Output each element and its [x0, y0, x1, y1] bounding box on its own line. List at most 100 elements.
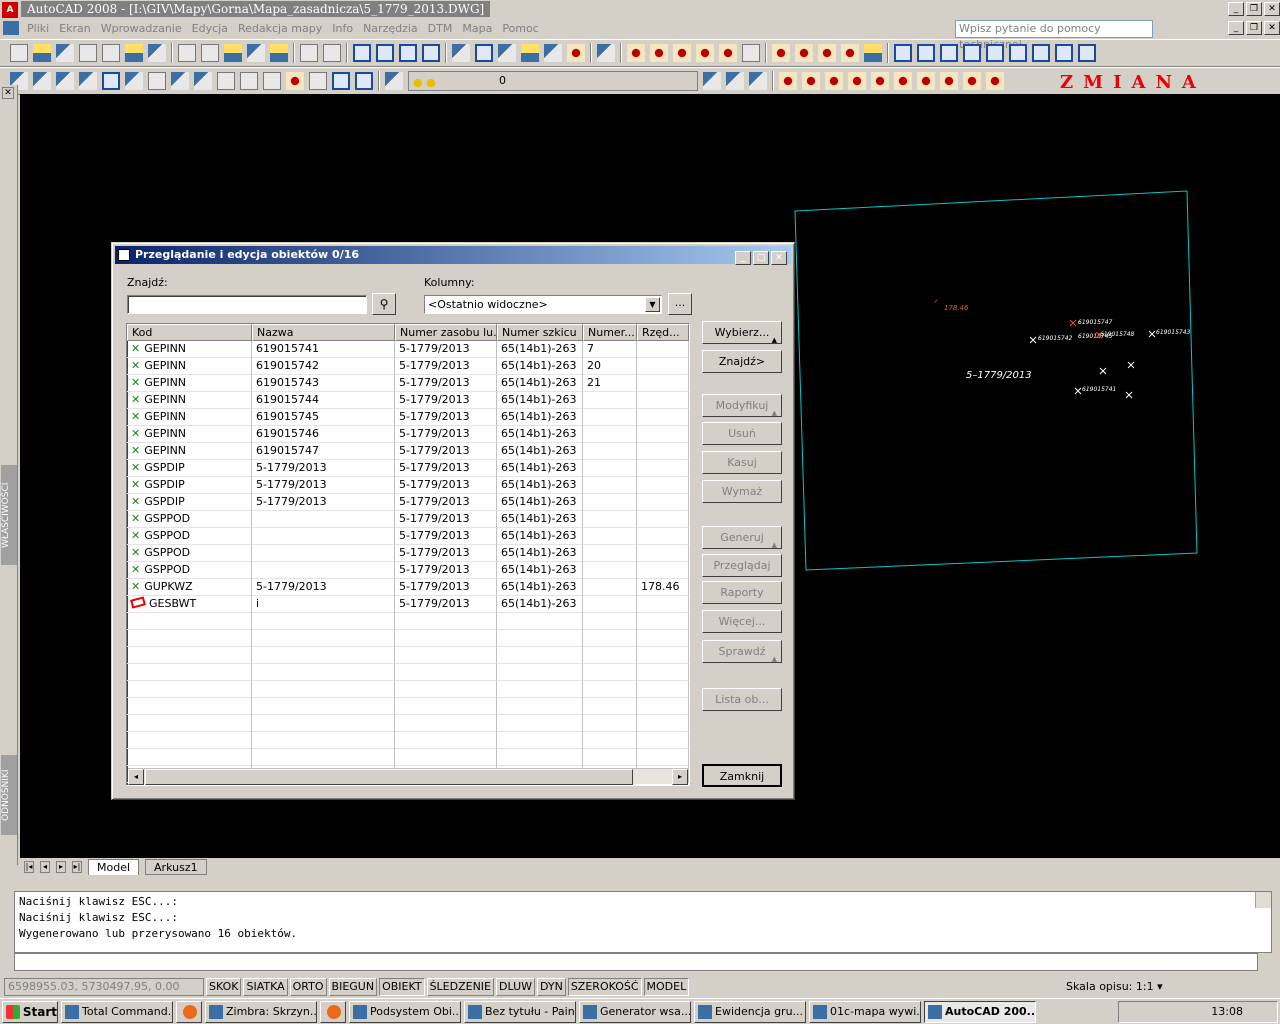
etransmit-icon[interactable]	[148, 44, 166, 62]
region-icon[interactable]	[309, 72, 327, 90]
design-center-icon[interactable]	[475, 44, 493, 62]
start-button[interactable]: Start	[2, 1000, 58, 1023]
dialog-button-1[interactable]: Znajdź>	[702, 350, 782, 373]
explode-icon[interactable]	[286, 72, 304, 90]
status-toggle-obiekt[interactable]: OBIEKT	[379, 978, 425, 996]
dialog-minimize-icon[interactable]: _	[735, 251, 751, 265]
taskbar-item[interactable]: Ewidencja gru...	[694, 1000, 806, 1023]
label-tool-4-icon[interactable]	[848, 72, 866, 90]
table-row[interactable]: ✕ GSPPOD 5-1779/2013 65(14b1)-263	[127, 562, 689, 579]
header-nazwa[interactable]: Nazwa	[252, 324, 395, 341]
header-rzedna[interactable]: Rzęd...	[637, 324, 689, 341]
dialog-button-4[interactable]: Kasuj	[702, 451, 782, 474]
layer-tools-icon[interactable]	[125, 72, 143, 90]
horizontal-scrollbar[interactable]: ◂ ▸	[128, 768, 688, 785]
menu-dtm[interactable]: DTM	[423, 22, 458, 35]
menu-narzedzia[interactable]: Narzędzia	[358, 22, 423, 35]
dialog-button-7[interactable]: Przeglądaj	[702, 554, 782, 577]
zoom-out-icon[interactable]	[917, 44, 935, 62]
dialog-button-8[interactable]: Raporty	[702, 581, 782, 604]
rotate-label-icon[interactable]	[772, 44, 790, 62]
dialog-button-2[interactable]: Modyfikuj au...▲	[702, 394, 782, 433]
print-preview-icon[interactable]	[102, 44, 120, 62]
paste-icon[interactable]	[224, 44, 242, 62]
point-number-4-icon[interactable]	[696, 44, 714, 62]
zoom-scale-icon[interactable]	[1055, 44, 1073, 62]
zoom-center-icon[interactable]	[1078, 44, 1096, 62]
columns-select[interactable]: <Ostatnio widoczne> ▼	[424, 295, 662, 314]
command-input[interactable]	[14, 953, 1258, 971]
taskbar-item[interactable]: Generator wsa...	[579, 1000, 691, 1023]
measure-icon[interactable]	[263, 72, 281, 90]
layer-match-icon[interactable]	[749, 72, 767, 90]
menu-mapa[interactable]: Mapa	[457, 22, 497, 35]
zoom-extents-icon[interactable]	[940, 44, 958, 62]
label-tool-1-icon[interactable]	[779, 72, 797, 90]
binoculars-icon[interactable]: ⚲	[372, 293, 396, 315]
bring-front-icon[interactable]	[33, 72, 51, 90]
dialog-button-0[interactable]: Wybierz... ▲	[702, 321, 782, 344]
align-label-icon[interactable]	[818, 44, 836, 62]
chevron-down-icon[interactable]: ▼	[645, 297, 660, 312]
minimize-icon[interactable]: _	[1228, 2, 1244, 16]
label-tool-9-icon[interactable]	[963, 72, 981, 90]
delete-label-icon[interactable]	[841, 44, 859, 62]
next-tab-icon[interactable]: ▸	[56, 861, 66, 873]
references-tab[interactable]: ODNOŚNIKI	[1, 755, 17, 835]
label-tool-7-icon[interactable]	[917, 72, 935, 90]
columns-more-button[interactable]: ...	[668, 293, 692, 315]
help-search-input[interactable]: Wpisz pytanie do pomocy technicznej	[955, 20, 1153, 51]
properties-tab[interactable]: WŁAŚCIWOŚCI	[1, 465, 17, 565]
point-number-2-icon[interactable]	[650, 44, 668, 62]
scroll-left-icon[interactable]: ◂	[128, 769, 144, 785]
menu-edycja[interactable]: Edycja	[187, 22, 233, 35]
menu-info[interactable]: Info	[327, 22, 358, 35]
help-icon[interactable]	[597, 44, 615, 62]
scroll-right-icon[interactable]: ▸	[672, 769, 688, 785]
table-row[interactable]: ✕ GEPINN 619015745 5-1779/2013 65(14b1)-263	[127, 409, 689, 426]
taskbar-item[interactable]: Total Command...	[61, 1000, 173, 1023]
copy-icon[interactable]	[201, 44, 219, 62]
dialog-button-6[interactable]: Generuj ▲	[702, 526, 782, 549]
markup-icon[interactable]	[544, 44, 562, 62]
menu-wprowadzanie[interactable]: Wprowadzanie	[96, 22, 187, 35]
dialog-button-5[interactable]: Wymaż	[702, 480, 782, 503]
query-2-icon[interactable]	[194, 72, 212, 90]
table-row[interactable]: ✕ GSPDIP 5-1779/2013 5-1779/2013 65(14b1)-26…	[127, 477, 689, 494]
print-icon[interactable]	[79, 44, 97, 62]
label-tool-10-icon[interactable]	[986, 72, 1004, 90]
table-row[interactable]: ✕ GUPKWZ 5-1779/2013 5-1779/2013 65(14b1)-26…	[127, 579, 689, 596]
command-scrollbar[interactable]	[1255, 892, 1271, 908]
tool-palettes-icon[interactable]	[498, 44, 516, 62]
bring-above-icon[interactable]	[79, 72, 97, 90]
new-file-icon[interactable]	[10, 44, 28, 62]
restore-icon[interactable]: ❐	[1246, 2, 1262, 16]
first-tab-icon[interactable]: |◂	[24, 861, 34, 873]
taskbar-item[interactable]: Bez tytułu - Paint	[464, 1000, 576, 1023]
status-toggle-szerokość[interactable]: SZEROKOŚĆ	[567, 978, 642, 996]
block-editor-icon[interactable]	[270, 44, 288, 62]
close-button[interactable]: Zamknij	[702, 764, 782, 787]
publish-icon[interactable]	[125, 44, 143, 62]
taskbar-item[interactable]	[320, 1000, 346, 1023]
edit-label-icon[interactable]	[742, 44, 760, 62]
table-row[interactable]: ✕ GSPPOD 5-1779/2013 65(14b1)-263	[127, 511, 689, 528]
frame-icon[interactable]	[240, 72, 258, 90]
palette-close-icon[interactable]: ✕	[2, 87, 14, 99]
select-icon[interactable]	[102, 72, 120, 90]
table-row[interactable]: GESBWT i 5-1779/2013 65(14b1)-263	[127, 596, 689, 613]
point-number-icon[interactable]	[627, 44, 645, 62]
lightbulb-icon[interactable]: ● ●	[413, 74, 436, 92]
status-toggle-skok[interactable]: SKOK	[206, 978, 242, 996]
save-icon[interactable]	[56, 44, 74, 62]
scroll-thumb[interactable]	[145, 769, 633, 785]
match-properties-icon[interactable]	[247, 44, 265, 62]
table-row[interactable]: ✕ GEPINN 619015741 5-1779/2013 65(14b1)-263 7	[127, 341, 689, 358]
prev-tab-icon[interactable]: ◂	[40, 861, 50, 873]
header-numer-szkicu[interactable]: Numer szkicu	[497, 324, 583, 341]
status-toggle-siatka[interactable]: SIATKA	[243, 978, 288, 996]
table-row[interactable]: ✕ GEPINN 619015746 5-1779/2013 65(14b1)-263	[127, 426, 689, 443]
zoom-all-icon[interactable]	[963, 44, 981, 62]
table-row[interactable]: ✕ GSPPOD 5-1779/2013 65(14b1)-263	[127, 545, 689, 562]
tab-arkusz1[interactable]: Arkusz1	[145, 859, 207, 875]
